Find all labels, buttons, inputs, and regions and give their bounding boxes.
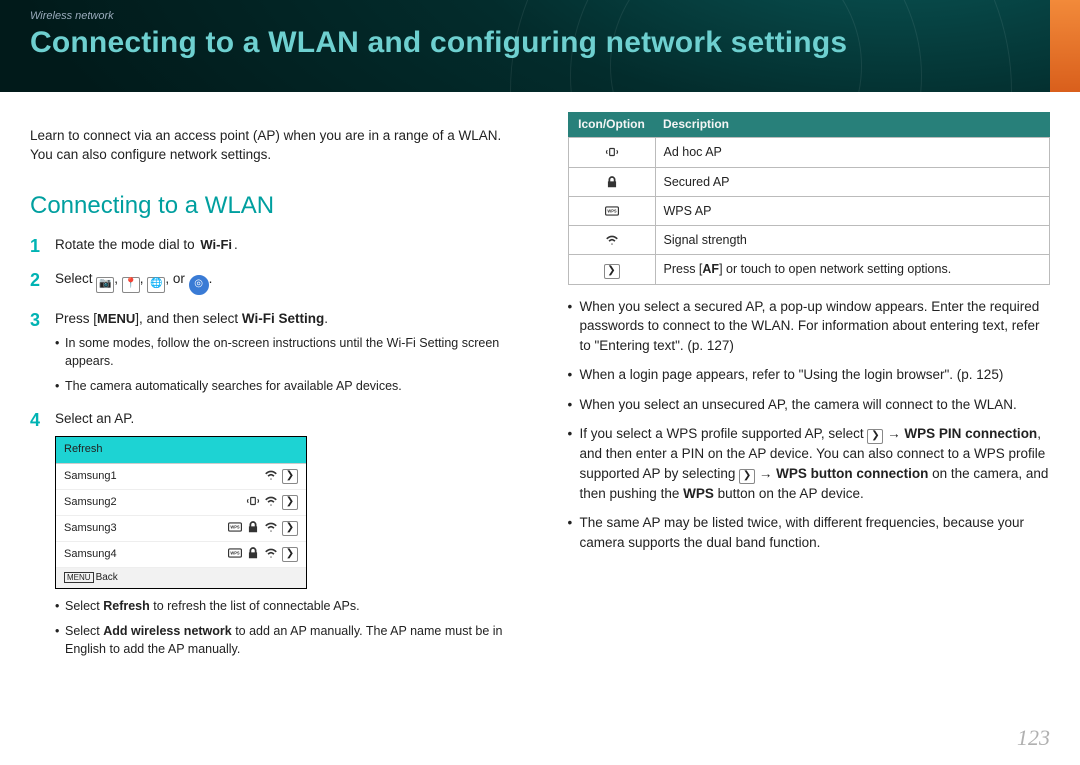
lock-icon: [568, 167, 655, 196]
note-4: If you select a WPS profile supported AP…: [568, 424, 1051, 503]
table-header-desc: Description: [655, 112, 1050, 138]
adhoc-icon: [568, 138, 655, 167]
intro-text: Learn to connect via an access point (AP…: [30, 126, 513, 165]
table-row: Ad hoc AP: [568, 138, 1050, 167]
note-2: When a login page appears, refer to "Usi…: [568, 365, 1051, 385]
orange-side-tab: [1050, 0, 1080, 92]
ap-list-panel: Refresh Samsung1 ❯ Samsung2 ❯ Samsung3: [55, 436, 307, 589]
wifi-mode-icon: Wi-Fi: [198, 236, 234, 255]
section-heading: Connecting to a WLAN: [30, 189, 513, 224]
wps-icon: WPS: [228, 520, 242, 537]
adhoc-icon: [246, 494, 260, 511]
ap-list-refresh[interactable]: Refresh: [56, 437, 306, 464]
page-title: Connecting to a WLAN and configuring net…: [30, 26, 1050, 60]
note-1: When you select a secured AP, a pop-up w…: [568, 297, 1051, 356]
table-row: Secured AP: [568, 167, 1050, 196]
lock-icon: [246, 520, 260, 537]
wps-icon: WPS: [228, 546, 242, 563]
signal-icon: [568, 225, 655, 254]
svg-text:WPS: WPS: [230, 525, 240, 530]
mode-icon-1: 📷: [96, 277, 114, 293]
wps-icon: WPS: [568, 196, 655, 225]
menu-key-icon: MENU: [97, 310, 135, 329]
chevron-right-icon[interactable]: ❯: [282, 547, 298, 562]
page-number: 123: [1017, 725, 1050, 751]
table-row: ❯ Press [AF] or touch to open network se…: [568, 254, 1050, 284]
step4-sub1: Select Refresh to refresh the list of co…: [55, 597, 513, 615]
mode-icon-4: ◎: [189, 275, 209, 295]
note-3: When you select an unsecured AP, the cam…: [568, 395, 1051, 415]
chevron-right-icon[interactable]: ❯: [282, 521, 298, 536]
breadcrumb: Wireless network: [30, 10, 1050, 22]
step-1: Rotate the mode dial to Wi-Fi.: [30, 235, 513, 255]
step-3: Press [MENU], and then select Wi-Fi Sett…: [30, 309, 513, 395]
signal-icon: [264, 494, 278, 511]
right-notes-list: When you select a secured AP, a pop-up w…: [568, 297, 1051, 553]
chevron-right-icon[interactable]: ❯: [282, 495, 298, 510]
step-2: Select 📷, 📍, 🌐, or ◎.: [30, 269, 513, 294]
table-row: Signal strength: [568, 225, 1050, 254]
step3-sub1: In some modes, follow the on-screen inst…: [55, 334, 513, 370]
step4-sub2: Select Add wireless network to add an AP…: [55, 622, 513, 658]
svg-text:WPS: WPS: [607, 208, 617, 213]
step-4: Select an AP. Refresh Samsung1 ❯ Samsung…: [30, 409, 513, 658]
signal-icon: [264, 546, 278, 563]
table-header-icon: Icon/Option: [568, 112, 655, 138]
page-header: Wireless network Connecting to a WLAN an…: [0, 0, 1080, 92]
chevron-right-icon: ❯: [739, 469, 755, 484]
chevron-right-icon: ❯: [867, 429, 883, 444]
step3-sub2: The camera automatically searches for av…: [55, 377, 513, 395]
signal-icon: [264, 468, 278, 485]
table-row: WPS WPS AP: [568, 196, 1050, 225]
steps-list: Rotate the mode dial to Wi-Fi. Select 📷,…: [30, 235, 513, 657]
note-5: The same AP may be listed twice, with di…: [568, 513, 1051, 552]
lock-icon: [246, 546, 260, 563]
ap-row-2[interactable]: Samsung2 ❯: [56, 490, 306, 516]
icon-description-table: Icon/Option Description Ad hoc AP Secure…: [568, 112, 1051, 285]
ap-row-1[interactable]: Samsung1 ❯: [56, 464, 306, 490]
svg-text:WPS: WPS: [230, 551, 240, 556]
signal-icon: [264, 520, 278, 537]
chevron-right-icon[interactable]: ❯: [282, 469, 298, 484]
ap-list-footer: MENUBack: [56, 568, 306, 589]
chevron-right-icon: ❯: [568, 254, 655, 284]
mode-icon-3: 🌐: [147, 277, 165, 293]
ap-row-3[interactable]: Samsung3 WPS ❯: [56, 516, 306, 542]
mode-icon-2: 📍: [122, 277, 140, 293]
ap-row-4[interactable]: Samsung4 WPS ❯: [56, 542, 306, 568]
